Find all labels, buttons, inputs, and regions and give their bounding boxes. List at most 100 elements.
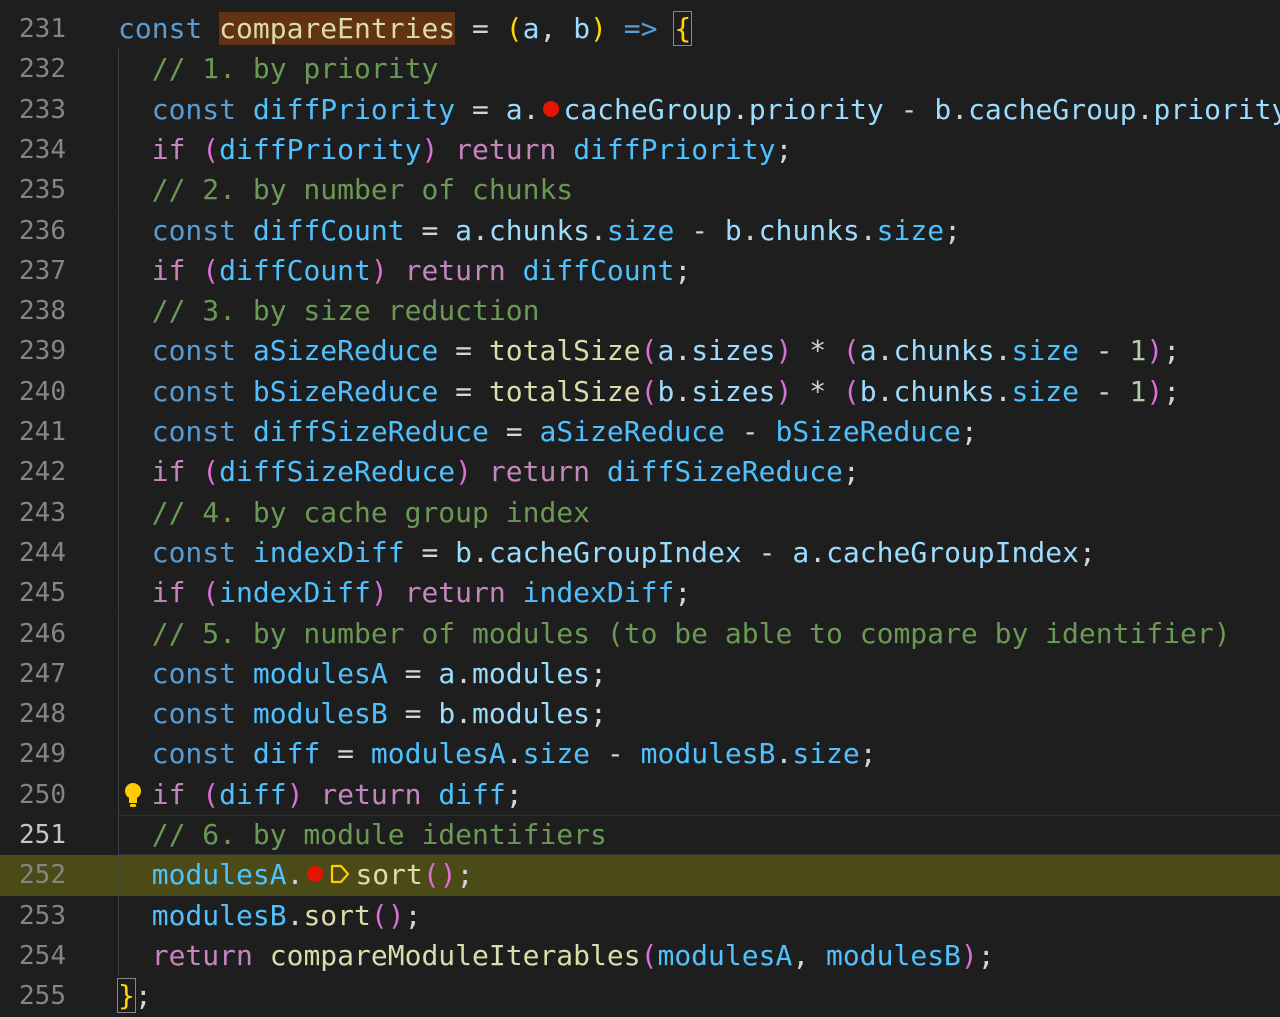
code-text[interactable]: if (indexDiff) return indexDiff;: [118, 573, 1280, 613]
code-text[interactable]: if (diff) return diff;: [118, 775, 1280, 815]
code-token: cacheGroupIndex: [826, 535, 1079, 569]
line-number[interactable]: 245: [0, 573, 66, 613]
code-line[interactable]: 231 const compareEntries = (a, b) => {: [0, 9, 1280, 49]
line-number[interactable]: 233: [0, 90, 66, 130]
code-token: a: [859, 334, 877, 368]
line-number[interactable]: 241: [0, 412, 66, 452]
line-number[interactable]: 231: [0, 9, 66, 49]
code-text[interactable]: // 2. by number of chunks: [118, 170, 1280, 210]
code-line[interactable]: 250 if (diff) return diff;: [0, 774, 1280, 815]
code-token: .: [859, 213, 877, 247]
line-number[interactable]: 242: [0, 452, 66, 492]
code-token: .: [951, 92, 969, 126]
breakpoint-icon[interactable]: [543, 100, 560, 117]
code-line[interactable]: 245 if (indexDiff) return indexDiff;: [0, 573, 1280, 614]
line-number[interactable]: 251: [0, 815, 66, 855]
line-number[interactable]: 249: [0, 734, 66, 774]
code-line[interactable]: 247 const modulesA = a.modules;: [0, 653, 1280, 695]
code-text[interactable]: // 6. by module identifiers: [118, 815, 1280, 855]
code-text[interactable]: modulesA. sort();: [118, 855, 1280, 895]
code-line[interactable]: 232 // 1. by priority: [0, 49, 1280, 90]
code-text[interactable]: if (diffSizeReduce) return diffSizeReduc…: [118, 452, 1280, 492]
code-token: 1: [1129, 334, 1147, 368]
breakpoint-icon[interactable]: [307, 866, 324, 883]
code-text[interactable]: const aSizeReduce = totalSize(a.sizes) *…: [118, 331, 1280, 371]
code-token: =: [404, 213, 456, 247]
code-text[interactable]: const diffSizeReduce = aSizeReduce - bSi…: [118, 412, 1280, 452]
line-number[interactable]: 235: [0, 170, 66, 210]
code-text[interactable]: if (diffPriority) return diffPriority;: [118, 130, 1280, 170]
line-number[interactable]: 250: [0, 775, 66, 815]
code-line[interactable]: 236 const diffCount = a.chunks.size - b.…: [0, 210, 1280, 251]
line-number[interactable]: 254: [0, 936, 66, 976]
line-number[interactable]: 232: [0, 49, 66, 89]
code-line[interactable]: 242 if (diffSizeReduce) return diffSizeR…: [0, 452, 1280, 493]
line-number[interactable]: 234: [0, 130, 66, 170]
code-text[interactable]: const modulesA = a.modules;: [118, 654, 1280, 694]
code-token: // 6. by module identifiers: [151, 818, 607, 851]
code-text[interactable]: modulesB.sort();: [118, 896, 1280, 936]
code-token: priority: [748, 92, 884, 126]
code-token: }: [117, 978, 136, 1014]
line-number[interactable]: 243: [0, 493, 66, 533]
line-number[interactable]: 238: [0, 291, 66, 331]
code-line[interactable]: 253 modulesB.sort();: [0, 895, 1280, 936]
code-token: return: [151, 938, 253, 972]
code-line[interactable]: 241 const diffSizeReduce = aSizeReduce -…: [0, 412, 1280, 453]
code-line[interactable]: 251 // 6. by module identifiers: [0, 815, 1280, 856]
line-number[interactable]: 244: [0, 533, 66, 573]
line-number[interactable]: 253: [0, 896, 66, 936]
code-token: ;: [859, 737, 877, 771]
code-line[interactable]: 248 const modulesB = b.modules;: [0, 694, 1280, 735]
code-text[interactable]: const diff = modulesA.size - modulesB.si…: [118, 734, 1280, 774]
code-text[interactable]: if (diffCount) return diffCount;: [118, 251, 1280, 291]
code-line[interactable]: 235 // 2. by number of chunks: [0, 170, 1280, 211]
code-text[interactable]: // 5. by number of modules (to be able t…: [118, 614, 1280, 654]
line-number[interactable]: 247: [0, 654, 66, 694]
code-line[interactable]: 249 const diff = modulesA.size - modules…: [0, 734, 1280, 775]
code-text[interactable]: const indexDiff = b.cacheGroupIndex - a.…: [118, 533, 1280, 573]
line-number[interactable]: 246: [0, 614, 66, 654]
line-number[interactable]: 248: [0, 694, 66, 734]
code-line[interactable]: 254 return compareModuleIterables(module…: [0, 935, 1280, 977]
code-token: ): [370, 576, 388, 610]
stack-frame-icon[interactable]: [329, 863, 351, 885]
code-line[interactable]: 243 // 4. by cache group index: [0, 492, 1280, 533]
code-line[interactable]: 255};: [0, 976, 1280, 1016]
code-line[interactable]: 239 const aSizeReduce = totalSize(a.size…: [0, 331, 1280, 372]
code-text[interactable]: // 4. by cache group index: [118, 493, 1280, 533]
code-line[interactable]: 240 const bSizeReduce = totalSize(b.size…: [0, 371, 1280, 412]
code-line[interactable]: 238 // 3. by size reduction: [0, 291, 1280, 332]
code-editor[interactable]: 231 const compareEntries = (a, b) => {232…: [0, 0, 1280, 1017]
code-token: ;: [977, 938, 995, 972]
code-text[interactable]: const diffPriority = a. cacheGroup.priori…: [118, 90, 1280, 130]
code-text[interactable]: };: [117, 976, 1280, 1016]
line-number[interactable]: 239: [0, 331, 66, 371]
code-token: const: [151, 535, 237, 569]
code-text[interactable]: const diffCount = a.chunks.size - b.chun…: [118, 211, 1280, 251]
line-number[interactable]: 255: [0, 976, 66, 1016]
code-line[interactable]: 234 if (diffPriority) return diffPriorit…: [0, 129, 1280, 171]
code-line[interactable]: 252 modulesA. sort();: [0, 855, 1280, 896]
code-text[interactable]: const modulesB = b.modules;: [118, 694, 1280, 734]
code-text[interactable]: // 3. by size reduction: [118, 291, 1280, 331]
line-number[interactable]: 252: [0, 855, 66, 895]
code-text[interactable]: const bSizeReduce = totalSize(b.sizes) *…: [118, 372, 1280, 412]
code-line[interactable]: 244 const indexDiff = b.cacheGroupIndex …: [0, 532, 1280, 574]
code-line[interactable]: 233 const diffPriority = a. cacheGroup.pr…: [0, 89, 1280, 130]
line-number[interactable]: 236: [0, 211, 66, 251]
line-number[interactable]: 237: [0, 251, 66, 291]
code-line[interactable]: 246 // 5. by number of modules (to be ab…: [0, 613, 1280, 654]
line-number[interactable]: 240: [0, 372, 66, 412]
code-token: a: [455, 213, 473, 247]
code-token: .: [522, 92, 540, 126]
code-token: b: [724, 213, 742, 247]
code-text[interactable]: const compareEntries = (a, b) => {: [118, 9, 1280, 49]
code-text[interactable]: // 1. by priority: [118, 49, 1280, 89]
code-token: const: [151, 92, 237, 126]
code-line[interactable]: 237 if (diffCount) return diffCount;: [0, 250, 1280, 292]
code-text[interactable]: return compareModuleIterables(modulesA, …: [118, 936, 1280, 976]
